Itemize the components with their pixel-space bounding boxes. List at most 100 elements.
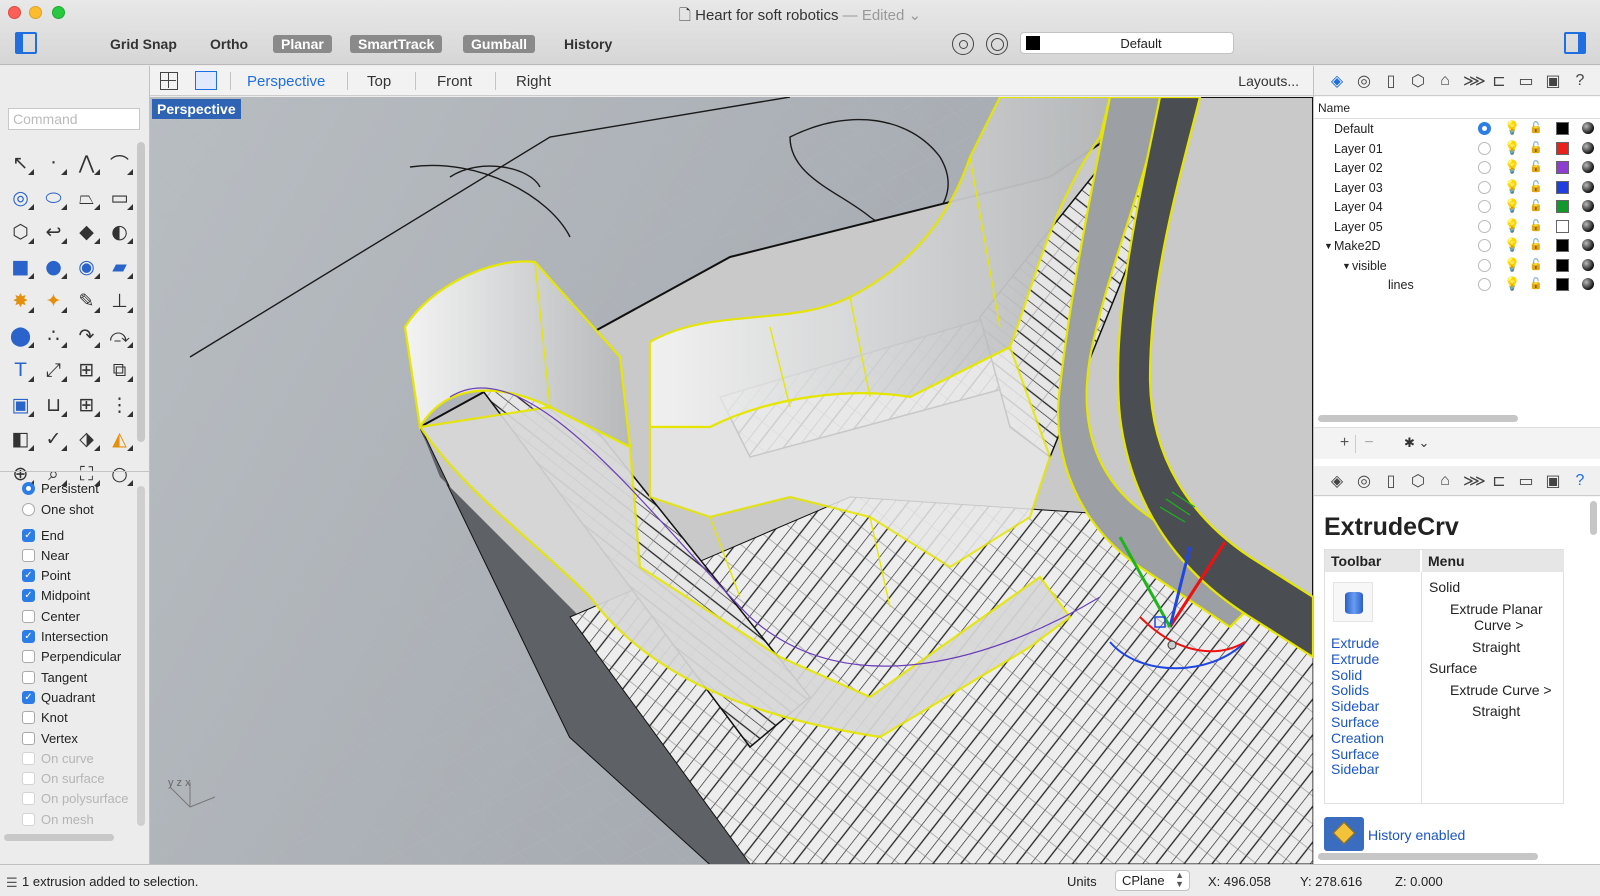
- disclosure-triangle-icon[interactable]: ▼: [1324, 241, 1333, 251]
- layer-row-layer-05[interactable]: Layer 05 💡 🔓: [1314, 217, 1600, 237]
- layer-color-swatch[interactable]: [1556, 122, 1569, 135]
- layer-color-swatch[interactable]: [1556, 200, 1569, 213]
- lightbulb-icon[interactable]: 💡: [1504, 159, 1520, 175]
- circle-tool-button[interactable]: ◎: [4, 181, 37, 215]
- array-tool-button[interactable]: ⊞: [70, 388, 103, 422]
- left-sidebar-toggle-icon[interactable]: [15, 32, 37, 54]
- osnap-mode-persistent-radio[interactable]: Persistent: [22, 478, 99, 498]
- materials-panel-icon[interactable]: ⋙: [1463, 71, 1486, 91]
- osnap-on-curve-checkbox[interactable]: On curve: [22, 748, 94, 768]
- lock-icon[interactable]: 🔓: [1529, 277, 1543, 290]
- layer-color-swatch[interactable]: [1556, 141, 1569, 155]
- layer-color-swatch[interactable]: [1556, 180, 1569, 194]
- properties-panel-icon[interactable]: ◎: [1355, 71, 1373, 91]
- scale-tool-button[interactable]: ⤢: [37, 353, 70, 387]
- layer-color-swatch[interactable]: [1556, 258, 1569, 272]
- history-enabled-link[interactable]: History enabled: [1368, 827, 1465, 843]
- current-layer-radio[interactable]: [1478, 200, 1491, 213]
- named-cplane-panel-icon[interactable]: ⊏: [1490, 471, 1508, 491]
- osnap-vertex-checkbox[interactable]: Vertex: [22, 728, 78, 748]
- target-icon[interactable]: [986, 33, 1008, 55]
- point-tool-button[interactable]: ·: [37, 146, 70, 180]
- lightbulb-icon[interactable]: 💡: [1504, 218, 1520, 234]
- osnap-center-checkbox[interactable]: Center: [22, 606, 80, 626]
- current-layer-radio[interactable]: [1478, 122, 1491, 135]
- layouts-button[interactable]: Layouts...: [1238, 73, 1299, 89]
- help-vscrollbar[interactable]: [1590, 501, 1597, 535]
- solid-box-tool-button[interactable]: ■: [4, 250, 37, 284]
- lock-icon[interactable]: 🔓: [1529, 238, 1543, 251]
- tab-top[interactable]: Top: [367, 73, 391, 90]
- named-view-panel-icon[interactable]: ▭: [1517, 71, 1535, 91]
- smarttrack-toggle[interactable]: SmartTrack: [350, 35, 443, 53]
- lightbulb-icon[interactable]: 💡: [1504, 276, 1520, 292]
- osnap-perpendicular-checkbox[interactable]: Perpendicular: [22, 647, 121, 667]
- analyze-tool-button[interactable]: ◧: [4, 422, 37, 456]
- command-input[interactable]: [8, 108, 140, 130]
- osnap-end-checkbox[interactable]: ✓ End: [22, 525, 64, 545]
- layer-row-visible[interactable]: ▼ visible 💡 🔓: [1314, 256, 1600, 276]
- current-layer-select[interactable]: Default: [1020, 32, 1234, 54]
- toolbar-link[interactable]: Creation: [1331, 730, 1384, 746]
- lightbulb-icon[interactable]: 💡: [1504, 140, 1520, 156]
- current-layer-radio[interactable]: [1478, 239, 1491, 252]
- layer-color-swatch[interactable]: [1556, 219, 1569, 233]
- curve-from-object-tool-button[interactable]: ⬡: [4, 215, 37, 249]
- command-history-icon[interactable]: ☰: [6, 875, 18, 891]
- curve-tool-button[interactable]: ⌒: [103, 146, 136, 180]
- osnap-mode-one-shot-radio[interactable]: One shot: [22, 499, 94, 519]
- document-panel-icon[interactable]: ▯: [1382, 71, 1400, 91]
- lock-icon[interactable]: 🔓: [1529, 180, 1543, 193]
- materials-panel-icon[interactable]: ⋙: [1463, 471, 1486, 491]
- flow-tool-button[interactable]: ⧉: [103, 353, 136, 387]
- layer-material-icon[interactable]: [1582, 122, 1594, 134]
- model-geometry[interactable]: [150, 97, 1313, 864]
- layer-row-lines[interactable]: lines 💡 🔓: [1314, 275, 1600, 295]
- layer-row-default[interactable]: Default 💡 🔓: [1314, 119, 1600, 139]
- layer-material-icon[interactable]: [1582, 161, 1594, 173]
- layer-color-swatch[interactable]: [1556, 161, 1569, 174]
- ortho-toggle[interactable]: Ortho: [202, 35, 256, 53]
- toolbar-link[interactable]: Surface: [1331, 714, 1379, 730]
- bend-tool-button[interactable]: ⤼: [103, 319, 136, 353]
- units-button[interactable]: Units: [1067, 874, 1097, 889]
- tool-palette-scrollbar[interactable]: [137, 142, 145, 442]
- help-panel-icon[interactable]: ?: [1571, 472, 1589, 490]
- lock-icon[interactable]: 🔓: [1529, 160, 1543, 173]
- disclosure-triangle-icon[interactable]: ▼: [1342, 261, 1351, 271]
- surface-edit-tool-button[interactable]: ◐: [103, 215, 136, 249]
- ellipse-tool-button[interactable]: ⬭: [37, 181, 70, 215]
- tab-perspective[interactable]: Perspective: [247, 73, 325, 90]
- distribute-tool-button[interactable]: ⋮: [103, 388, 136, 422]
- split-tool-button[interactable]: ⊥: [103, 284, 136, 318]
- layer-row-layer-02[interactable]: Layer 02 💡 🔓: [1314, 158, 1600, 178]
- render-panel-icon[interactable]: ⌂: [1436, 472, 1454, 490]
- osnap-midpoint-checkbox[interactable]: ✓ Midpoint: [22, 586, 90, 606]
- layer-material-icon[interactable]: [1582, 219, 1594, 232]
- mesh-tool-button[interactable]: ✸: [4, 284, 37, 318]
- left-panel-hscrollbar[interactable]: [4, 834, 114, 841]
- osnap-scrollbar[interactable]: [137, 486, 145, 826]
- polyline-tool-button[interactable]: ⋀: [70, 146, 103, 180]
- perspective-viewport[interactable]: Perspective y z x: [150, 97, 1313, 864]
- cplane-select[interactable]: CPlane ▲ ▼: [1115, 870, 1190, 891]
- trim-tool-button[interactable]: ✎: [70, 284, 103, 318]
- tab-front[interactable]: Front: [437, 73, 472, 90]
- layer-row-layer-04[interactable]: Layer 04 💡 🔓: [1314, 197, 1600, 217]
- layers-panel-icon[interactable]: ◈: [1328, 471, 1346, 491]
- osnap-on-polysurface-checkbox[interactable]: On polysurface: [22, 789, 128, 809]
- rotate-tool-button[interactable]: ↷: [70, 319, 103, 353]
- single-view-layout-icon[interactable]: [195, 71, 217, 90]
- grid-snap-toggle[interactable]: Grid Snap: [102, 35, 185, 53]
- layer-row-make2d[interactable]: ▼ Make2D 💡 🔓: [1314, 236, 1600, 256]
- layer-material-icon[interactable]: [1582, 278, 1594, 290]
- toolbar-link[interactable]: Solids: [1331, 682, 1369, 698]
- layer-material-icon[interactable]: [1582, 239, 1594, 251]
- gumball-toggle[interactable]: Gumball: [463, 35, 536, 53]
- display-panel-icon[interactable]: ⬡: [1409, 71, 1427, 91]
- lightbulb-icon[interactable]: 💡: [1504, 237, 1520, 253]
- right-sidebar-toggle-icon[interactable]: [1564, 32, 1586, 54]
- current-layer-radio[interactable]: [1478, 258, 1491, 272]
- current-layer-radio[interactable]: [1478, 141, 1491, 155]
- osnap-knot-checkbox[interactable]: Knot: [22, 708, 68, 728]
